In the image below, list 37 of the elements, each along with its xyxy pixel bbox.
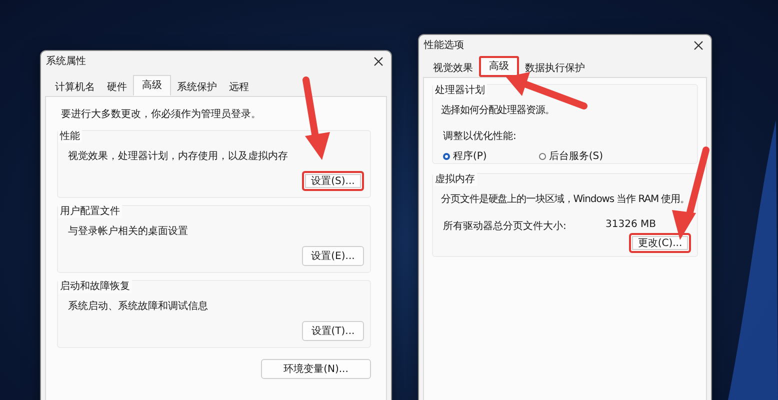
tab[interactable]: 计算机名 xyxy=(49,77,101,96)
settings-button[interactable]: 设置(E)... xyxy=(302,246,364,266)
radio-icon[interactable] xyxy=(538,152,546,160)
radio-option[interactable]: 程序(P) xyxy=(443,149,487,163)
group-description: 与登录帐户相关的桌面设置 xyxy=(68,224,189,238)
tab[interactable]: 数据执行保护 xyxy=(519,58,591,77)
group-title: 用户配置文件 xyxy=(58,204,122,218)
group-description: 分页文件是硬盘上的一块区域，Windows 当作 RAM 使用。 xyxy=(441,192,691,206)
tab[interactable]: 高级 xyxy=(133,75,171,96)
group-title: 性能 xyxy=(58,129,82,143)
close-icon[interactable] xyxy=(694,40,703,50)
settings-button[interactable]: 设置(S)... xyxy=(302,171,364,191)
total-label: 所有驱动器总分页文件大小: xyxy=(443,220,566,233)
total-value: 31326 MB xyxy=(606,219,656,232)
tab[interactable]: 视觉效果 xyxy=(427,58,479,77)
change-button[interactable]: 更改(C)... xyxy=(629,233,691,253)
notice-text: 要进行大多数更改，你必须作为管理员登录。 xyxy=(60,108,262,122)
group-title: 启动和故障恢复 xyxy=(58,279,132,293)
tab[interactable]: 高级 xyxy=(479,56,519,77)
settings-button[interactable]: 设置(T)... xyxy=(302,321,364,341)
tab[interactable]: 硬件 xyxy=(101,77,133,96)
radio-option[interactable]: 后台服务(S) xyxy=(538,149,603,163)
tab[interactable]: 远程 xyxy=(223,77,255,96)
window-title: 系统属性 xyxy=(46,54,86,68)
tab[interactable]: 系统保护 xyxy=(171,77,223,96)
group-title: 虚拟内存 xyxy=(433,172,477,186)
window-title: 性能选项 xyxy=(424,38,464,52)
close-icon[interactable] xyxy=(374,56,383,66)
prompt-text: 调整以优化性能: xyxy=(443,130,518,143)
group-description: 视觉效果，处理器计划，内存使用，以及虚拟内存 xyxy=(68,150,289,163)
group-title: 处理器计划 xyxy=(433,83,487,97)
environment-variables-button[interactable]: 环境变量(N)... xyxy=(261,359,371,379)
radio-label: 程序(P) xyxy=(453,150,487,163)
radio-label: 后台服务(S) xyxy=(548,150,603,163)
group-description: 选择如何分配处理器资源。 xyxy=(441,104,556,117)
radio-icon[interactable] xyxy=(443,152,450,160)
group-description: 系统启动、系统故障和调试信息 xyxy=(68,300,209,313)
